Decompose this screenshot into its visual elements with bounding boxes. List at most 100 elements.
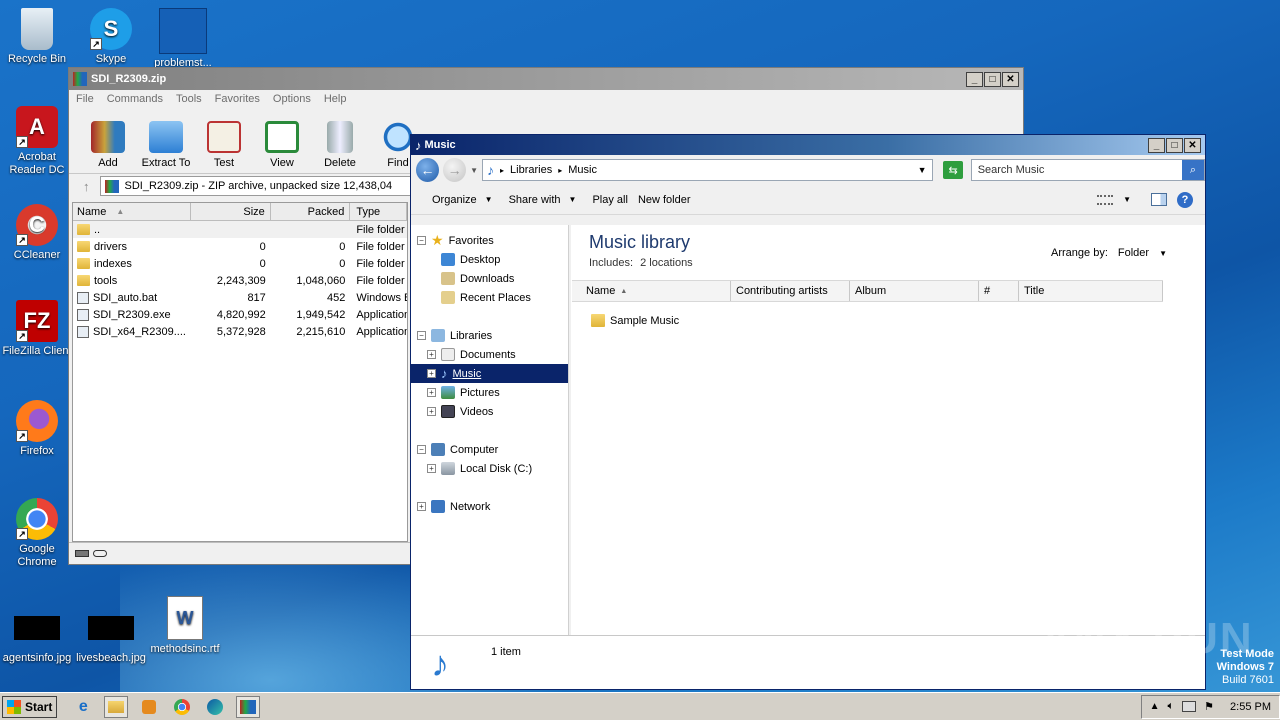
library-includes: Includes: 2 locations [589, 257, 693, 269]
problemst-shortcut[interactable]: problemst... [146, 8, 220, 70]
menu-favorites[interactable]: Favorites [215, 93, 260, 105]
search-icon[interactable]: ⌕ [1182, 160, 1205, 180]
methodsinc-file[interactable]: W methodsinc.rtf [148, 596, 222, 656]
close-button[interactable]: ✕ [1184, 137, 1201, 153]
network-status-icon[interactable] [1182, 701, 1197, 712]
forward-button[interactable]: → [443, 158, 467, 182]
chrome-shortcut[interactable]: ↗ Google Chrome [0, 498, 74, 569]
file-type: File folder [356, 240, 405, 253]
acrobat-shortcut[interactable]: A ↗ Acrobat Reader DC [0, 106, 74, 177]
winrar-titlebar[interactable]: SDI_R2309.zip _ □ ✕ [69, 68, 1023, 90]
add-button[interactable]: Add [79, 121, 137, 173]
table-row[interactable]: tools 2,243,309 1,048,060 File folder [73, 272, 407, 289]
back-button[interactable]: ← [416, 158, 440, 182]
nav-recent-places[interactable]: Recent Places [411, 288, 568, 307]
maximize-button[interactable]: □ [1166, 137, 1183, 153]
ie-taskbar-icon[interactable]: e [71, 696, 95, 718]
view-button[interactable]: View [253, 121, 311, 173]
explorer-taskbar-icon[interactable] [104, 695, 129, 718]
livesbeach-file[interactable]: livesbeach.jpg [74, 616, 148, 665]
videos-icon [441, 405, 455, 418]
column-packed[interactable]: Packed [271, 203, 351, 220]
menu-tools[interactable]: Tools [176, 93, 202, 105]
column-album[interactable]: Album [850, 281, 979, 301]
new-folder-button[interactable]: New folder [636, 194, 699, 206]
file-packed: 0 [339, 257, 346, 270]
breadcrumb[interactable]: ♪ ▸ Libraries ▸ Music ▼ [482, 159, 934, 181]
nav-documents[interactable]: + Documents [411, 345, 568, 364]
table-row[interactable]: drivers 0 0 File folder [73, 238, 407, 255]
column-title[interactable]: Title [1019, 281, 1163, 301]
column-type[interactable]: Type [350, 203, 407, 220]
minimize-button[interactable]: _ [966, 71, 983, 87]
column-track-number[interactable]: # [979, 281, 1019, 301]
breadcrumb-libraries[interactable]: Libraries [510, 164, 552, 176]
breadcrumb-music[interactable]: Music [568, 164, 597, 176]
nav-local-disk[interactable]: + Local Disk (C:) [411, 459, 568, 478]
column-size[interactable]: Size [191, 203, 271, 220]
column-contributing-artists[interactable]: Contributing artists [731, 281, 850, 301]
locations-link[interactable]: 2 locations [640, 257, 693, 269]
folder-icon [77, 258, 90, 269]
nav-music[interactable]: + ♪ Music [411, 364, 568, 383]
nav-network[interactable]: + Network [411, 497, 568, 516]
search-input[interactable]: Search Music ⌕ [970, 159, 1206, 181]
start-button[interactable]: Start [2, 695, 58, 718]
clock[interactable]: 2:55 PM [1230, 701, 1271, 713]
nav-favorites[interactable]: − ★ Favorites [411, 231, 568, 250]
firefox-shortcut[interactable]: ↗ Firefox [0, 400, 74, 458]
winrar-taskbar-icon[interactable] [236, 695, 261, 718]
volume-icon[interactable]: 🔈︎ [1168, 700, 1175, 713]
nav-videos[interactable]: + Videos [411, 402, 568, 421]
column-name[interactable]: Name ▲ [73, 203, 192, 220]
table-row[interactable]: SDI_R2309.exe 4,820,992 1,949,542 Applic… [73, 306, 407, 323]
table-row[interactable]: SDI_x64_R2309.... 5,372,928 2,215,610 Ap… [73, 323, 407, 340]
action-center-flag-icon[interactable]: ⚑ [1204, 700, 1214, 713]
menu-commands[interactable]: Commands [107, 93, 163, 105]
nav-downloads[interactable]: Downloads [411, 269, 568, 288]
agentsinfo-file[interactable]: agentsinfo.jpg [0, 616, 74, 665]
recent-pages-dropdown-icon[interactable]: ▼ [470, 166, 478, 175]
table-row[interactable]: SDI_auto.bat 817 452 Windows B [73, 289, 407, 306]
recycle-bin-shortcut[interactable]: Recycle Bin [0, 8, 74, 66]
close-button[interactable]: ✕ [1002, 71, 1019, 87]
search-placeholder: Search Music [977, 164, 1045, 176]
up-arrow-icon[interactable]: ↑ [83, 179, 90, 194]
skype-shortcut[interactable]: S ↗ Skype [74, 8, 148, 66]
edge-taskbar-icon[interactable] [203, 696, 227, 718]
test-button[interactable]: Test [195, 121, 253, 173]
nav-desktop[interactable]: Desktop [411, 250, 568, 269]
menu-options[interactable]: Options [273, 93, 311, 105]
share-with-button[interactable]: Share with ▼ [501, 194, 585, 206]
column-name[interactable]: Name ▲ [572, 281, 731, 301]
explorer-titlebar[interactable]: ♪ Music _ □ ✕ [411, 135, 1205, 155]
minimize-button[interactable]: _ [1148, 137, 1165, 153]
filezilla-shortcut[interactable]: FZ ↗ FileZilla Client [0, 300, 74, 358]
chrome-taskbar-icon[interactable] [170, 696, 194, 718]
show-hidden-icons-icon[interactable]: ▲ [1150, 701, 1160, 712]
menu-help[interactable]: Help [324, 93, 347, 105]
nav-pictures[interactable]: + Pictures [411, 383, 568, 402]
organize-button[interactable]: Organize ▼ [424, 194, 501, 206]
media-player-taskbar-icon[interactable] [137, 696, 161, 718]
play-all-button[interactable]: Play all [584, 194, 635, 206]
maximize-button[interactable]: □ [984, 71, 1001, 87]
menu-file[interactable]: File [76, 93, 94, 105]
delete-button[interactable]: Delete [311, 121, 369, 173]
preview-pane-icon[interactable] [1151, 193, 1167, 206]
arrange-by-control[interactable]: Arrange by: Folder ▼ [1051, 247, 1167, 259]
chevron-down-icon[interactable]: ▼ [1123, 195, 1131, 204]
help-icon[interactable]: ? [1177, 191, 1193, 208]
ccleaner-shortcut[interactable]: C ↗ CCleaner [0, 204, 74, 262]
add-icon [91, 121, 125, 153]
table-row[interactable]: indexes 0 0 File folder [73, 255, 407, 272]
table-row[interactable]: .. File folder [73, 221, 407, 238]
view-options-icon[interactable] [1097, 194, 1114, 205]
drive-icon [75, 550, 89, 557]
address-dropdown-icon[interactable]: ▼ [918, 165, 927, 175]
nav-computer[interactable]: − Computer [411, 440, 568, 459]
extract-to-button[interactable]: Extract To [137, 121, 195, 173]
nav-libraries[interactable]: − Libraries [411, 326, 568, 345]
list-item[interactable]: Sample Music [591, 311, 679, 330]
refresh-button[interactable]: ⇆ [943, 161, 963, 179]
